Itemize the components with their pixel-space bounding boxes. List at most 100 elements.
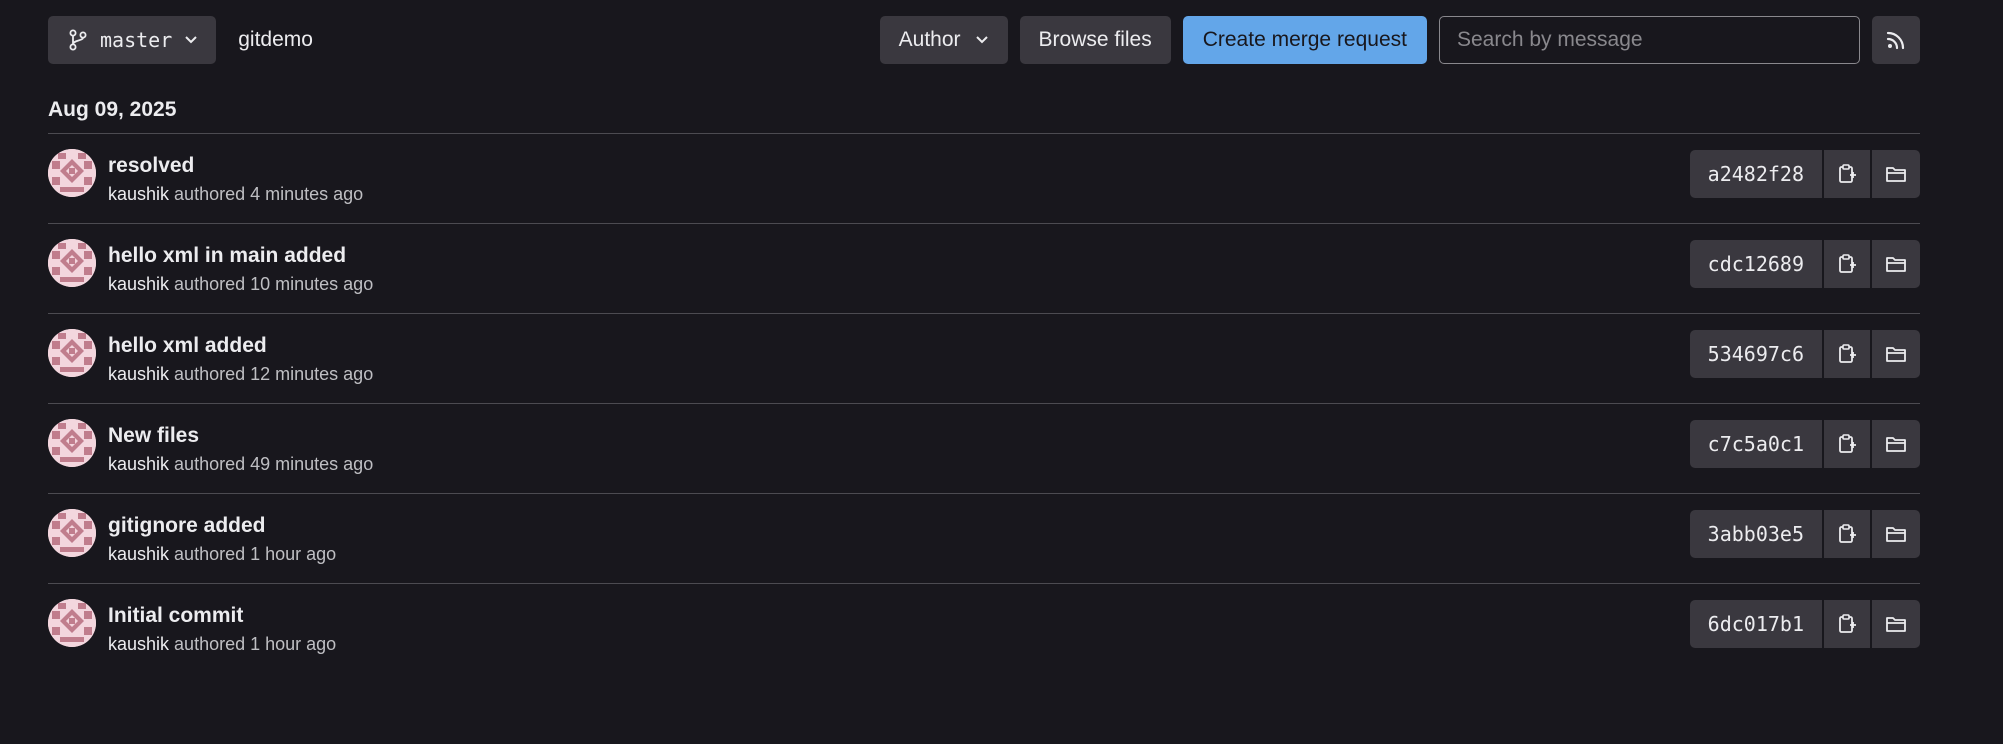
commits-page: master gitdemo Author Browse files Creat… — [0, 0, 2003, 744]
folder-icon — [1886, 347, 1906, 362]
copy-to-clipboard-icon — [1839, 254, 1856, 273]
avatar[interactable] — [48, 239, 96, 287]
commit-actions: 3abb03e5 — [1689, 510, 1920, 558]
chevron-down-icon — [185, 36, 197, 44]
commit-row: Initial commit kaushik authored 1 hour a… — [48, 584, 1920, 673]
commit-row: resolved kaushik authored 4 minutes ago … — [48, 134, 1920, 224]
commit-sha-button[interactable]: 6dc017b1 — [1689, 600, 1822, 648]
commit-meta: kaushik authored 10 minutes ago — [108, 274, 373, 295]
commit-title[interactable]: Initial commit — [108, 604, 243, 628]
browse-at-commit-button[interactable] — [1872, 600, 1920, 648]
copy-sha-button[interactable] — [1824, 420, 1870, 468]
copy-to-clipboard-icon — [1839, 614, 1856, 633]
browse-at-commit-button[interactable] — [1872, 240, 1920, 288]
copy-to-clipboard-icon — [1839, 164, 1856, 183]
commit-actions: 6dc017b1 — [1689, 600, 1920, 648]
author-filter-button[interactable]: Author — [879, 16, 1008, 64]
copy-sha-button[interactable] — [1824, 600, 1870, 648]
commit-meta: kaushik authored 4 minutes ago — [108, 184, 363, 205]
commit-sha-button[interactable]: a2482f28 — [1689, 150, 1822, 198]
copy-sha-button[interactable] — [1824, 510, 1870, 558]
commit-time: 4 minutes ago — [250, 184, 364, 204]
folder-icon — [1886, 437, 1906, 452]
commit-meta: kaushik authored 1 hour ago — [108, 544, 336, 565]
commit-time: 1 hour ago — [250, 634, 337, 654]
browse-at-commit-button[interactable] — [1872, 150, 1920, 198]
commit-authored-label: authored — [174, 184, 246, 204]
project-breadcrumb[interactable]: gitdemo — [238, 28, 313, 52]
folder-icon — [1886, 257, 1906, 272]
copy-sha-button[interactable] — [1824, 150, 1870, 198]
browse-files-button[interactable]: Browse files — [1019, 16, 1171, 64]
rss-feed-button[interactable] — [1872, 16, 1920, 64]
commit-author-link[interactable]: kaushik — [108, 184, 169, 204]
commit-row: New files kaushik authored 49 minutes ag… — [48, 404, 1920, 494]
commit-authored-label: authored — [174, 364, 246, 384]
commit-list: resolved kaushik authored 4 minutes ago … — [48, 133, 1920, 673]
copy-to-clipboard-icon — [1839, 434, 1856, 453]
avatar[interactable] — [48, 329, 96, 377]
browse-at-commit-button[interactable] — [1872, 510, 1920, 558]
commit-title[interactable]: hello xml in main added — [108, 244, 346, 268]
commit-row: hello xml added kaushik authored 12 minu… — [48, 314, 1920, 404]
commit-actions: c7c5a0c1 — [1689, 420, 1920, 468]
avatar[interactable] — [48, 149, 96, 197]
commits-toolbar: master gitdemo Author Browse files Creat… — [48, 16, 1920, 64]
commit-meta: kaushik authored 12 minutes ago — [108, 364, 373, 385]
rss-icon — [1886, 31, 1905, 50]
commit-author-link[interactable]: kaushik — [108, 544, 169, 564]
commit-title[interactable]: resolved — [108, 154, 194, 178]
commit-title[interactable]: gitignore added — [108, 514, 266, 538]
copy-to-clipboard-icon — [1839, 344, 1856, 363]
commit-author-link[interactable]: kaushik — [108, 634, 169, 654]
copy-sha-button[interactable] — [1824, 330, 1870, 378]
commit-authored-label: authored — [174, 634, 246, 654]
branch-icon — [69, 29, 87, 51]
commit-time: 1 hour ago — [250, 544, 337, 564]
commit-author-link[interactable]: kaushik — [108, 274, 169, 294]
identicon-image — [48, 509, 96, 557]
copy-sha-button[interactable] — [1824, 240, 1870, 288]
branch-name: master — [100, 28, 173, 52]
commit-sha-button[interactable]: 534697c6 — [1689, 330, 1822, 378]
avatar[interactable] — [48, 509, 96, 557]
avatar[interactable] — [48, 599, 96, 647]
commit-sha-button[interactable]: c7c5a0c1 — [1689, 420, 1822, 468]
folder-icon — [1886, 617, 1906, 632]
folder-icon — [1886, 167, 1906, 182]
commit-author-link[interactable]: kaushik — [108, 364, 169, 384]
identicon-image — [48, 419, 96, 467]
branch-selector[interactable]: master — [48, 16, 217, 64]
avatar[interactable] — [48, 419, 96, 467]
create-merge-request-button[interactable]: Create merge request — [1182, 16, 1427, 64]
identicon-image — [48, 239, 96, 287]
identicon-image — [48, 149, 96, 197]
search-input[interactable] — [1439, 16, 1860, 64]
commit-authored-label: authored — [174, 544, 246, 564]
commit-sha-button[interactable]: cdc12689 — [1689, 240, 1822, 288]
commit-time: 49 minutes ago — [250, 454, 374, 474]
folder-icon — [1886, 527, 1906, 542]
commit-meta: kaushik authored 1 hour ago — [108, 634, 336, 655]
commit-authored-label: authored — [174, 274, 246, 294]
identicon-image — [48, 599, 96, 647]
browse-at-commit-button[interactable] — [1872, 420, 1920, 468]
commit-title[interactable]: hello xml added — [108, 334, 267, 358]
commit-row: hello xml in main added kaushik authored… — [48, 224, 1920, 314]
commit-meta: kaushik authored 49 minutes ago — [108, 454, 373, 475]
chevron-down-icon — [975, 36, 988, 44]
commit-sha-button[interactable]: 3abb03e5 — [1689, 510, 1822, 558]
commit-time: 10 minutes ago — [250, 274, 374, 294]
author-filter-label: Author — [898, 28, 961, 51]
commit-title[interactable]: New files — [108, 424, 199, 448]
copy-to-clipboard-icon — [1839, 524, 1856, 543]
commit-author-link[interactable]: kaushik — [108, 454, 169, 474]
commit-authored-label: authored — [174, 454, 246, 474]
commit-actions: a2482f28 — [1689, 150, 1920, 198]
commit-date-header: Aug 09, 2025 — [48, 98, 177, 121]
identicon-image — [48, 329, 96, 377]
commit-actions: 534697c6 — [1689, 330, 1920, 378]
commit-actions: cdc12689 — [1689, 240, 1920, 288]
browse-at-commit-button[interactable] — [1872, 330, 1920, 378]
commit-row: gitignore added kaushik authored 1 hour … — [48, 494, 1920, 584]
